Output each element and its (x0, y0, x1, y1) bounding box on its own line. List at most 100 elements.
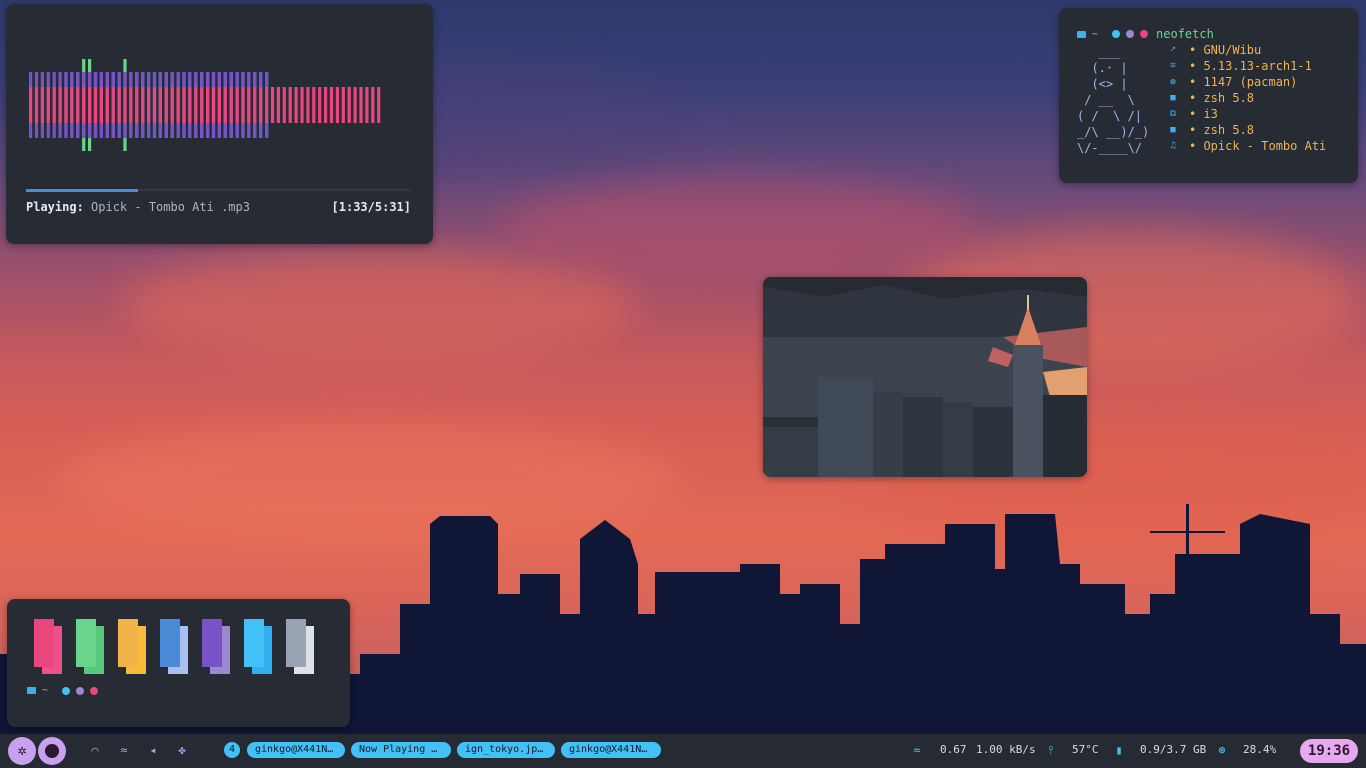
visualizer-bar (93, 87, 98, 123)
launcher-button[interactable]: ✲ (8, 737, 36, 765)
audio-visualizer (29, 59, 381, 151)
ascii-logo: ___ (.· | (<> | / __ \ ( / \ /| _/\ __)/… (1077, 45, 1150, 155)
arch-icon: ➚ (1170, 45, 1176, 55)
visualizer-bar (247, 87, 251, 123)
taskbar-window-image[interactable]: ign_tokyo.jp… (457, 742, 555, 758)
visualizer-bar (253, 87, 257, 123)
visualizer-bar (76, 87, 80, 123)
visualizer-bar (158, 87, 162, 123)
visualizer-bar (300, 87, 304, 123)
terminal-icon: ■ (1170, 125, 1176, 135)
music-player-window[interactable]: Playing: Opick - Tombo Ati .mp3 [1:33/5:… (6, 4, 433, 244)
visualizer-bar (335, 87, 339, 123)
visualizer-bar (282, 87, 286, 123)
visualizer-bar (141, 87, 145, 123)
system-info-value: • zsh 5.8 (1189, 91, 1255, 105)
city-image (763, 277, 1087, 477)
prompt-dot-icon (1140, 30, 1149, 38)
playing-label: Playing: (26, 200, 84, 214)
visualizer-bar (164, 87, 168, 123)
visualizer-bar (229, 87, 233, 123)
cpu-usage: 28.4% (1243, 743, 1277, 756)
thermometer-icon: ⫯ (1048, 743, 1054, 757)
visualizer-bar (353, 87, 357, 123)
visualizer-bar (46, 87, 50, 123)
cloud (500, 180, 980, 270)
visualizer-bar (40, 87, 44, 123)
cpu-icon: ⊛ (1218, 743, 1226, 757)
prompt-dot-icon (1126, 30, 1135, 38)
system-info-value: • Opick - Tombo Ati (1189, 139, 1327, 153)
taskbar-window-player[interactable]: Now Playing … (351, 742, 451, 758)
prompt-dot-icon (1112, 30, 1121, 38)
visualizer-bar (52, 87, 56, 123)
visualizer-bar (265, 87, 269, 123)
folder-icon (1077, 30, 1086, 38)
color-palette-terminal[interactable]: ~ (7, 599, 350, 727)
memory-icon: ▮ (1115, 743, 1123, 757)
snowflake-icon: ✲ (17, 741, 27, 759)
visualizer-bar (294, 87, 298, 123)
folder-icon (27, 687, 36, 694)
color-swatch (34, 619, 54, 667)
system-info-value: • zsh 5.8 (1189, 123, 1255, 137)
neofetch-terminal[interactable]: ~ neofetch ___ (.· | (<> | / __ \ ( / \ … (1059, 8, 1358, 183)
workspace-indicator[interactable]: 4 (224, 742, 240, 758)
visualizer-bar (312, 87, 316, 123)
visualizer-bar (200, 87, 204, 123)
visualizer-bar (324, 87, 328, 123)
visualizer-bar (135, 87, 139, 123)
system-info-value: • 5.13.13-arch1-1 (1189, 59, 1312, 73)
prompt-dot-icon (62, 686, 71, 695)
visualizer-bar (347, 87, 351, 123)
rainbow-icon[interactable]: ⌒ (87, 742, 103, 758)
visualizer-bar (129, 87, 133, 123)
visualizer-bar (99, 87, 103, 123)
color-swatch (202, 619, 222, 667)
visualizer-bar (306, 87, 310, 123)
visualizer-bar (217, 87, 221, 123)
visualizer-bar (170, 87, 174, 123)
circle-icon (45, 744, 59, 758)
visualizer-bar (152, 87, 157, 123)
now-playing-line: Playing: Opick - Tombo Ati .mp3 [1:33/5:… (26, 200, 411, 214)
progress-bar[interactable] (26, 189, 411, 192)
wifi-icon[interactable]: ≈ (116, 742, 132, 758)
visualizer-bar (365, 87, 369, 123)
color-swatch (118, 619, 138, 667)
visualizer-bar (206, 87, 210, 123)
prompt-dir: ~ (42, 685, 49, 696)
visualizer-bar (64, 87, 68, 123)
system-info-row: ≋ • 5.13.13-arch1-1 (1167, 58, 1326, 74)
power-button[interactable] (38, 737, 66, 765)
color-swatch (244, 619, 264, 667)
system-info-list: ➚ • GNU/Wibu ≋ • 5.13.13-arch1-1 ◍ • 1147 (pa… (1167, 42, 1327, 154)
taskbar-window-terminal-2[interactable]: ginkgo@X441N… (561, 742, 661, 758)
prompt-command: neofetch (1156, 27, 1214, 41)
visualizer-bar (182, 87, 186, 123)
visualizer-bar (235, 87, 239, 123)
visualizer-bar (223, 87, 227, 123)
terminal-prompt: ~ neofetch (1077, 27, 1214, 41)
image-viewer-window[interactable] (763, 277, 1087, 477)
visualizer-bar (123, 87, 127, 123)
visualizer-bar (270, 87, 275, 123)
visualizer-bar (105, 87, 109, 123)
visualizer-bar (288, 87, 292, 123)
clock[interactable]: 19:36 (1300, 739, 1358, 763)
music-icon: ♫ (1170, 141, 1176, 151)
fan-icon[interactable]: ✤ (174, 742, 190, 758)
system-info-value: • GNU/Wibu (1189, 43, 1262, 57)
system-info-row: ➚ • GNU/Wibu (1167, 42, 1326, 58)
temperature: 57°C (1072, 743, 1099, 756)
load-average: 0.67 (940, 743, 967, 756)
prompt-dir: ~ (1092, 28, 1099, 40)
visualizer-bar (359, 87, 363, 123)
track-title: Opick - Tombo Ati .mp3 (91, 200, 250, 214)
package-icon: ◍ (1170, 77, 1176, 87)
taskbar-window-terminal[interactable]: ginkgo@X441N… (247, 742, 345, 758)
visualizer-bar (29, 87, 33, 123)
visualizer-bar (58, 87, 62, 123)
volume-icon[interactable]: ◂ (145, 742, 161, 758)
cloud (120, 250, 640, 360)
